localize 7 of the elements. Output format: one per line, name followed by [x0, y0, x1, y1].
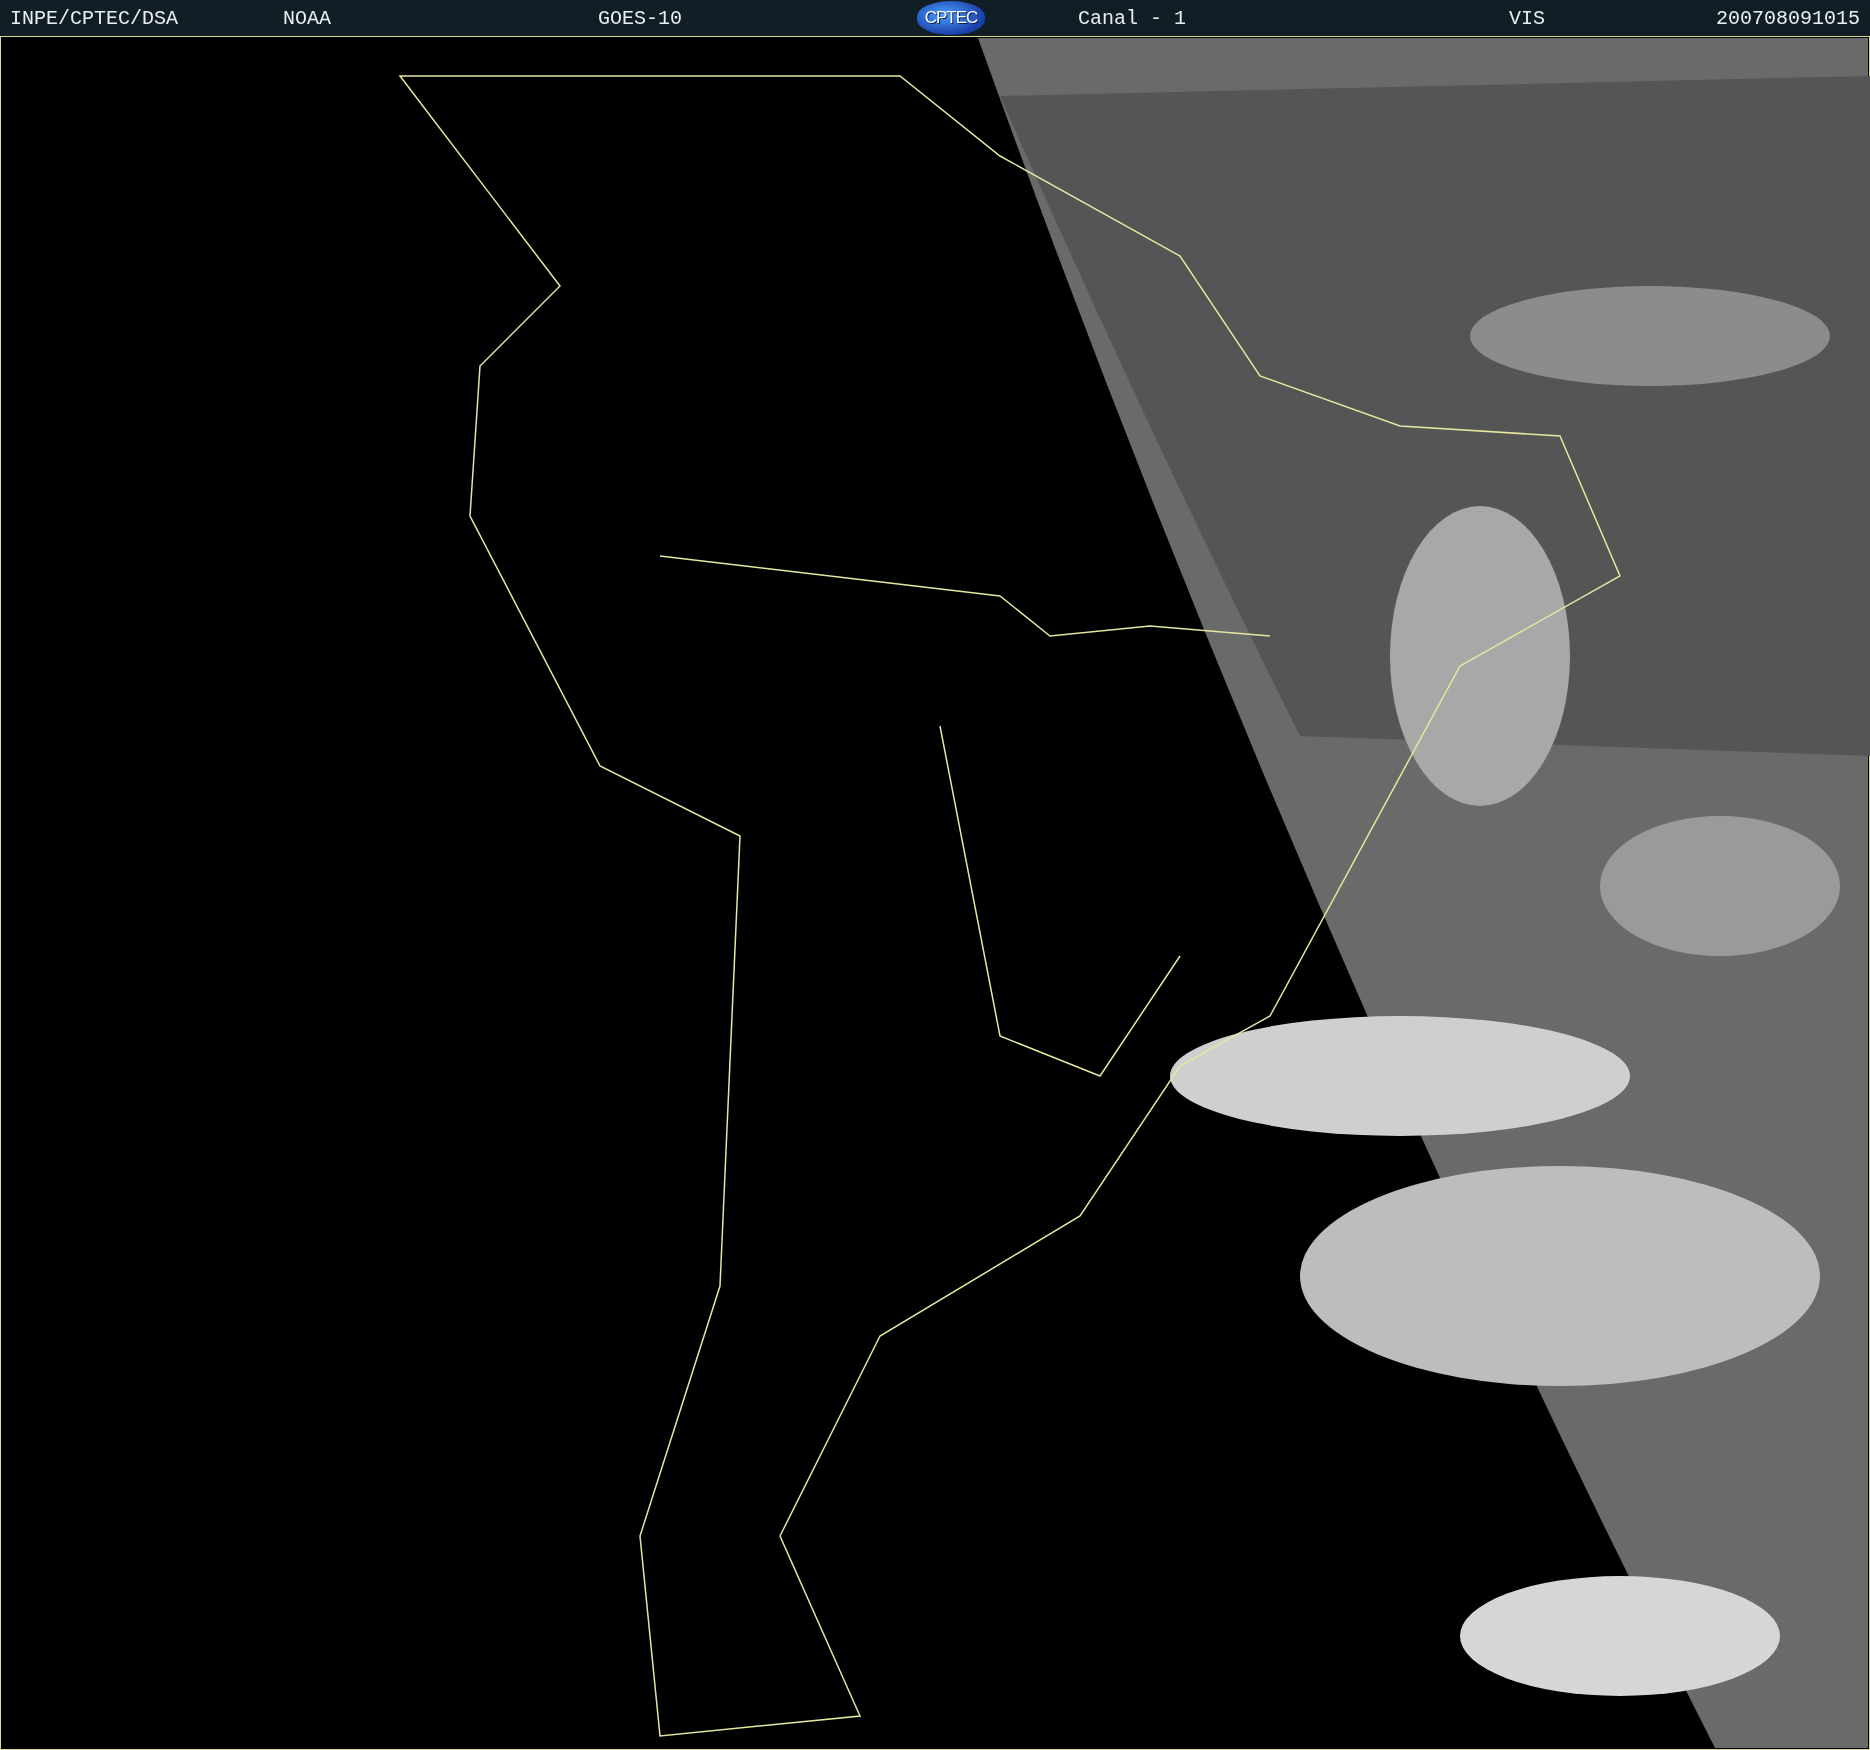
timestamp-label: 200708091015: [1714, 6, 1860, 30]
source-label: NOAA: [283, 6, 332, 30]
band-label: VIS: [1509, 6, 1546, 30]
satellite-label: GOES-10: [598, 6, 683, 30]
logo: CPTEC: [917, 1, 985, 35]
channel-label: Canal - 1: [1078, 6, 1188, 30]
agency-label: INPE/CPTEC/DSA: [10, 6, 180, 30]
